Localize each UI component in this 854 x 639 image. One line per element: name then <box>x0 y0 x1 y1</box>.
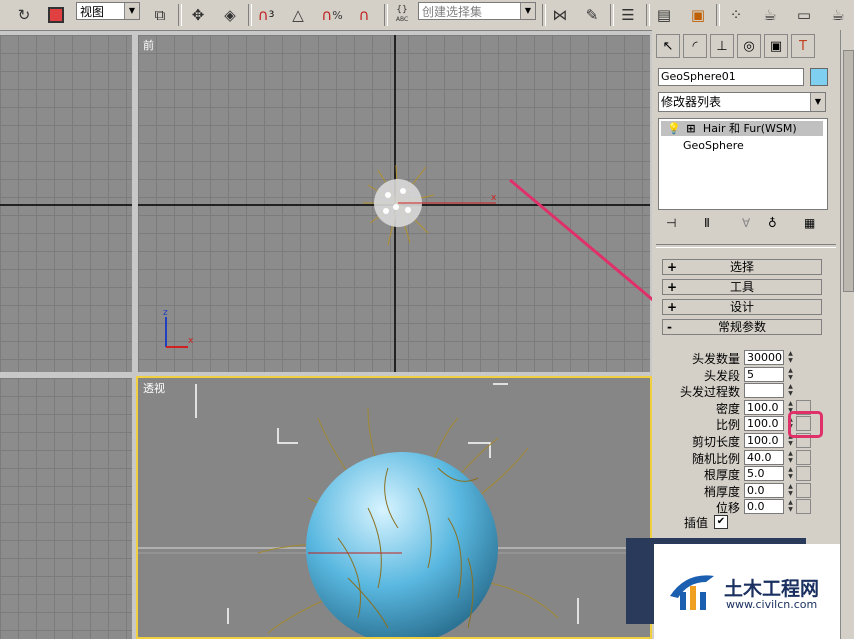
pivot-icon[interactable]: ⧉ <box>148 3 172 27</box>
motion-tab-icon[interactable]: ◎ <box>737 34 761 58</box>
map-button[interactable] <box>796 499 811 514</box>
stack-item-hair-fur[interactable]: 💡 ⊞ Hair 和 Fur(WSM) <box>661 121 823 136</box>
panel-scrollbar[interactable] <box>840 30 854 639</box>
view-dropdown[interactable]: 视图 ▼ <box>76 2 140 20</box>
param-value-field[interactable]: 30000 <box>744 350 784 365</box>
param-value-field[interactable]: 40.0 <box>744 450 784 465</box>
manipulate-icon[interactable]: ✥ <box>186 3 210 27</box>
spinner-arrows-icon[interactable]: ▲ ▼ <box>786 450 795 465</box>
schematic-view-icon[interactable]: ▣ <box>686 3 710 27</box>
param-label: 头发数量 <box>691 352 740 366</box>
hierarchy-tab-icon[interactable]: ⊥ <box>710 34 734 58</box>
interpolate-label: 插值 <box>684 516 709 530</box>
param-label: 梢厚度 <box>703 485 740 499</box>
param-value-field[interactable]: 100.0 <box>744 400 784 415</box>
map-button[interactable] <box>796 450 811 465</box>
param-label: 根厚度 <box>703 468 740 482</box>
layer-manager-icon[interactable]: ☰ <box>616 3 640 27</box>
make-unique-icon[interactable]: ∀ <box>742 216 750 230</box>
param-value-field[interactable]: 100.0 <box>744 416 784 431</box>
param-value-field[interactable]: 0.0 <box>744 483 784 498</box>
display-tab-icon[interactable]: ▣ <box>764 34 788 58</box>
spinner-arrows-icon[interactable]: ▲ ▼ <box>786 350 795 365</box>
geosphere <box>306 452 498 637</box>
configure-modifier-sets-icon[interactable]: ▦ <box>804 216 815 230</box>
viewport-label[interactable]: 前 <box>143 37 154 53</box>
object-color-swatch[interactable] <box>810 68 828 86</box>
rollout-styling[interactable]: + 设计 <box>662 299 822 315</box>
stack-item-geosphere[interactable]: GeoSphere <box>683 139 744 152</box>
interpolate-checkbox[interactable]: ✔ <box>714 515 728 529</box>
rendered-frame-icon[interactable]: ▭ <box>792 3 816 27</box>
curve-editor-icon[interactable]: ▤ <box>652 3 676 27</box>
lightbulb-icon[interactable]: 💡 <box>667 122 681 135</box>
render-setup-icon[interactable]: ☕ <box>758 3 782 27</box>
main-toolbar: ↻ 视图 ▼ ⧉ ✥ ◈ ∩ 3 △ ∩% ∩ {} ABC 创建选择集 ▼ ⋈ ✎ ☰… <box>0 0 854 31</box>
spinner-arrows-icon[interactable]: ▲ ▼ <box>786 499 795 514</box>
param-value-field[interactable]: 0.0 <box>744 499 784 514</box>
expand-icon[interactable]: ⊞ <box>686 122 695 135</box>
rollout-selection[interactable]: + 选择 <box>662 259 822 275</box>
param-label: 剪切长度 <box>691 435 740 449</box>
svg-text:z: z <box>163 308 168 318</box>
param-value-field[interactable]: 100.0 <box>744 433 784 448</box>
pin-stack-icon[interactable]: ⊣ <box>666 216 676 230</box>
highlight-box <box>788 411 823 438</box>
left-viewport[interactable] <box>0 378 132 639</box>
watermark: 土木工程网 www.civilcn.com <box>654 544 854 639</box>
axis-gizmo: z x <box>163 308 194 348</box>
watermark-title: 土木工程网 <box>724 578 820 600</box>
modify-tab-icon[interactable]: ◜ <box>683 34 707 58</box>
rollout-tools[interactable]: + 工具 <box>662 279 822 295</box>
chevron-down-icon: ▼ <box>810 93 825 111</box>
selection-set-dropdown[interactable]: 创建选择集 ▼ <box>418 2 536 20</box>
spinner-arrows-icon[interactable]: ▲ ▼ <box>786 483 795 498</box>
show-end-result-icon[interactable]: Ⅱ <box>704 216 710 230</box>
watermark-url: www.civilcn.com <box>726 598 818 611</box>
redo-icon[interactable]: ↻ <box>12 3 36 27</box>
spinner-arrows-icon[interactable]: ▲ ▼ <box>786 383 795 398</box>
param-value-field[interactable]: 5.0 <box>744 466 784 481</box>
map-button[interactable] <box>796 483 811 498</box>
remove-modifier-icon[interactable]: ♁ <box>768 216 777 230</box>
param-label: 比例 <box>715 418 740 432</box>
param-value-field[interactable]: 5 <box>744 367 784 382</box>
hair-sphere-front[interactable]: x <box>348 155 498 255</box>
create-tab-icon[interactable]: ↖ <box>656 34 680 58</box>
scrollbar-thumb[interactable] <box>843 50 854 292</box>
material-editor-icon[interactable]: ⁘ <box>724 3 748 27</box>
chevron-down-icon: ▼ <box>124 3 139 19</box>
modifier-stack: 💡 ⊞ Hair 和 Fur(WSM) GeoSphere <box>658 118 828 210</box>
param-label: 头发过程数 <box>679 385 740 399</box>
spinner-arrows-icon[interactable]: ▲ ▼ <box>786 466 795 481</box>
chevron-down-icon: ▼ <box>520 3 535 19</box>
object-name-field[interactable]: GeoSphere01 <box>658 68 804 86</box>
stack-tools: ⊣ Ⅱ ∀ ♁ ▦ <box>658 212 826 236</box>
spinner-snap-icon[interactable]: ∩ <box>352 3 376 27</box>
edit-named-selection-icon[interactable]: {} ABC <box>390 3 414 27</box>
mirror-icon[interactable]: ⋈ <box>548 3 572 27</box>
snap-toggle-icon[interactable]: ∩ 3 <box>254 3 278 27</box>
align-icon[interactable]: ✎ <box>580 3 604 27</box>
quick-render-icon[interactable]: ☕ <box>826 3 850 27</box>
rollout-general-parameters[interactable]: - 常规参数 <box>662 319 822 335</box>
svg-text:x: x <box>491 193 497 203</box>
keyboard-shortcut-icon[interactable]: ◈ <box>218 3 242 27</box>
spinner-arrows-icon[interactable]: ▲ ▼ <box>786 367 795 382</box>
map-button[interactable] <box>796 466 811 481</box>
param-label: 头发段 <box>703 369 740 383</box>
utilities-tab-icon[interactable]: T <box>791 34 815 58</box>
angle-snap-icon[interactable]: △ <box>286 3 310 27</box>
select-region-icon[interactable] <box>44 3 68 27</box>
percent-snap-icon[interactable]: ∩% <box>320 3 344 27</box>
top-viewport[interactable] <box>0 35 132 372</box>
param-value-field[interactable] <box>744 383 784 398</box>
svg-text:x: x <box>188 336 194 346</box>
param-label: 随机比例 <box>691 452 740 466</box>
modifier-list-dropdown[interactable]: 修改器列表 ▼ <box>658 92 826 112</box>
param-label: 密度 <box>715 402 740 416</box>
civilcn-logo-icon <box>670 575 714 610</box>
